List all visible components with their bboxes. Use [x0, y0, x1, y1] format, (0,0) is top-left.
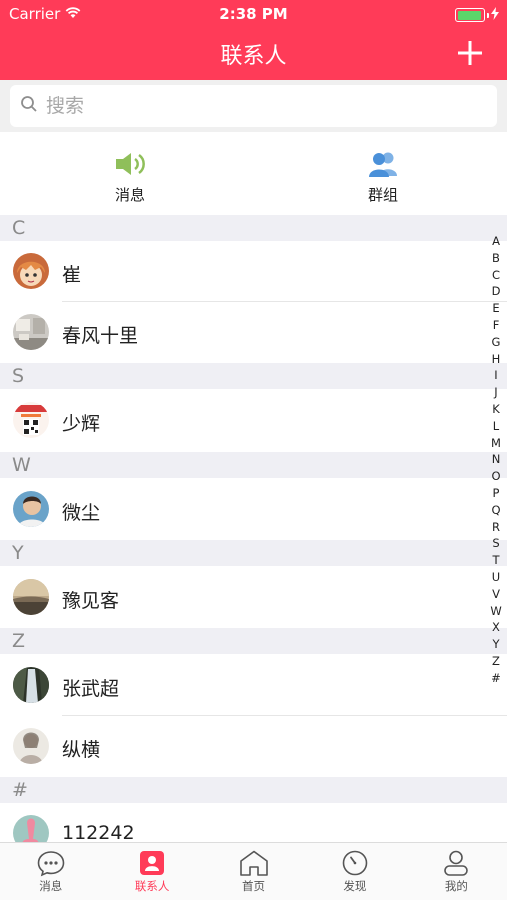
contact-name: 少辉 — [62, 413, 101, 435]
contact-name: 微尘 — [62, 502, 101, 524]
room-photo-avatar — [13, 314, 49, 350]
tab-contacts-label: 联系人 — [134, 879, 170, 893]
battery-fill — [457, 10, 482, 20]
index-letter[interactable]: H — [489, 351, 503, 368]
index-letter[interactable]: J — [489, 384, 503, 401]
tab-messages-label: 消息 — [39, 879, 63, 893]
search-icon — [20, 95, 38, 117]
contact-name: 112242 — [62, 822, 135, 842]
sketch-avatar — [13, 728, 49, 764]
shortcut-groups[interactable]: 群组 — [333, 150, 433, 205]
tab-discover[interactable]: 发现 — [304, 843, 405, 900]
page-title: 联系人 — [220, 44, 287, 69]
compass-icon — [342, 850, 368, 876]
tab-contacts[interactable]: 联系人 — [101, 843, 202, 900]
contact-row-112242[interactable]: 112242 — [0, 803, 507, 842]
tab-discover-label: 发现 — [343, 879, 367, 893]
search-box[interactable] — [10, 85, 497, 127]
charging-bolt-icon — [491, 6, 499, 24]
index-letter[interactable]: A — [489, 233, 503, 250]
section-header-y: Y — [0, 540, 507, 566]
index-letter[interactable]: E — [489, 300, 503, 317]
index-letter[interactable]: N — [489, 451, 503, 468]
flamingo-avatar — [13, 815, 49, 842]
contact-row-zongheng[interactable]: 纵横 — [0, 716, 507, 777]
index-letter[interactable]: D — [489, 283, 503, 300]
nav-bar: 联系人 — [0, 28, 507, 80]
tab-home[interactable]: 首页 — [203, 843, 304, 900]
index-letter[interactable]: M — [489, 435, 503, 452]
section-header-hash: # — [0, 777, 507, 803]
search-input[interactable] — [46, 95, 466, 117]
index-letter[interactable]: X — [489, 619, 503, 636]
battery-icon — [455, 8, 485, 22]
index-letter[interactable]: R — [489, 519, 503, 536]
index-letter[interactable]: L — [489, 418, 503, 435]
waterfall-avatar — [13, 667, 49, 703]
contact-name: 崔 — [62, 264, 82, 286]
man-portrait-avatar — [13, 491, 49, 527]
tab-profile[interactable]: 我的 — [406, 843, 507, 900]
index-letter[interactable]: K — [489, 401, 503, 418]
status-bar: Carrier 2:38 PM — [0, 0, 507, 28]
battery-indicator — [455, 6, 499, 24]
add-contact-button[interactable] — [455, 38, 485, 68]
index-letter[interactable]: Q — [489, 502, 503, 519]
index-letter[interactable]: I — [489, 367, 503, 384]
home-icon — [239, 850, 268, 876]
contact-row-zhangwuchao[interactable]: 张武超 — [0, 654, 507, 716]
section-header-c: C — [0, 215, 507, 241]
contact-card-icon — [140, 851, 165, 875]
contact-row-shaohui[interactable]: 少辉 — [0, 389, 507, 452]
shortcut-messages[interactable]: 消息 — [80, 150, 180, 205]
qr-poster-avatar — [13, 402, 49, 438]
person-icon — [444, 850, 469, 876]
index-letter[interactable]: # — [489, 670, 503, 687]
search-bar — [0, 80, 507, 132]
tab-bar: 消息 联系人 首页 发现 我的 — [0, 842, 507, 900]
contact-row-weichen[interactable]: 微尘 — [0, 478, 507, 540]
contact-name: 豫见客 — [62, 590, 120, 612]
battery-tip — [487, 12, 489, 18]
status-time: 2:38 PM — [219, 5, 288, 23]
anime-girl-avatar — [13, 253, 49, 289]
index-letter[interactable]: P — [489, 485, 503, 502]
index-letter[interactable]: V — [489, 586, 503, 603]
group-icon — [369, 152, 397, 177]
index-letter[interactable]: U — [489, 569, 503, 586]
index-letter[interactable]: T — [489, 552, 503, 569]
tab-profile-label: 我的 — [444, 879, 468, 893]
index-letter[interactable]: G — [489, 334, 503, 351]
plus-icon — [458, 41, 482, 65]
index-letter[interactable]: O — [489, 468, 503, 485]
chat-bubble-icon — [37, 851, 65, 877]
shortcut-groups-label: 群组 — [367, 186, 398, 204]
index-letter[interactable]: Z — [489, 653, 503, 670]
contact-name: 张武超 — [62, 678, 120, 700]
index-letter[interactable]: C — [489, 267, 503, 284]
sunset-avatar — [13, 579, 49, 615]
section-header-w: W — [0, 452, 507, 478]
section-header-z: Z — [0, 628, 507, 654]
tab-home-label: 首页 — [242, 879, 266, 893]
shortcuts-panel: 消息 群组 — [0, 134, 507, 214]
index-letter[interactable]: S — [489, 535, 503, 552]
index-letter[interactable]: W — [489, 603, 503, 620]
index-letter[interactable]: B — [489, 250, 503, 267]
contact-row-yujianke[interactable]: 豫见客 — [0, 566, 507, 628]
tab-messages[interactable]: 消息 — [0, 843, 101, 900]
section-header-s: S — [0, 363, 507, 389]
alphabet-index[interactable]: A B C D E F G H I J K L M N O P Q R S T U V W X Y Z # — [489, 233, 503, 687]
speaker-icon — [116, 153, 145, 175]
index-letter[interactable]: Y — [489, 636, 503, 653]
contact-row-cui[interactable]: 崔 — [0, 241, 507, 302]
contact-name: 纵横 — [62, 739, 101, 761]
contact-name: 春风十里 — [62, 325, 139, 347]
index-letter[interactable]: F — [489, 317, 503, 334]
shortcut-messages-label: 消息 — [114, 186, 145, 204]
contact-row-chunfeng[interactable]: 春风十里 — [0, 302, 507, 363]
